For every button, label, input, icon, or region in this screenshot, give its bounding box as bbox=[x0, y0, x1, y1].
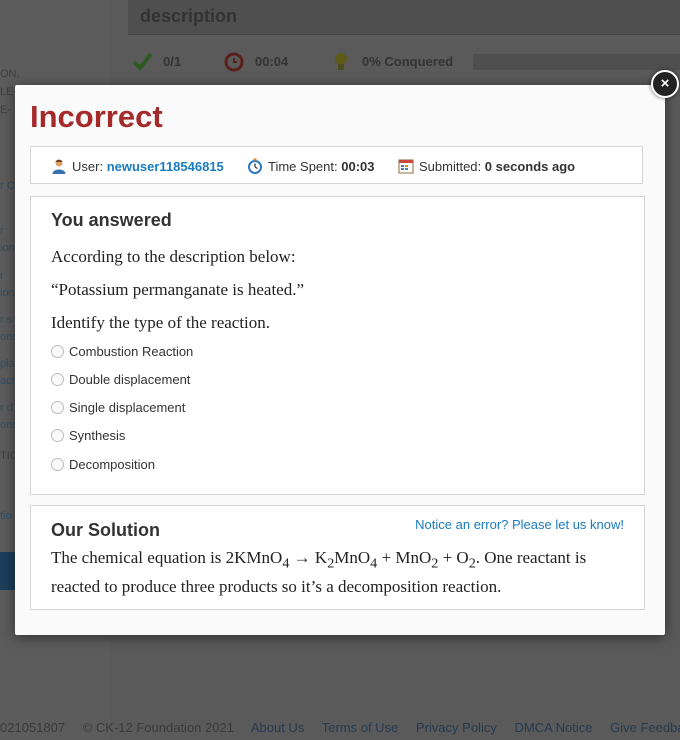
footer-copyright: © CK-12 Foundation 2021 bbox=[82, 720, 234, 735]
time-label: Time Spent: bbox=[268, 159, 338, 174]
footer-link-feedback[interactable]: Give Feedback bbox=[610, 720, 680, 735]
option-single-displacement[interactable]: Single displacement bbox=[51, 399, 185, 417]
submitted-value: 0 seconds ago bbox=[484, 159, 576, 174]
answer-heading: You answered bbox=[51, 210, 172, 230]
submitted-label: Submitted: bbox=[419, 159, 482, 174]
user-icon bbox=[51, 158, 67, 174]
sidebar-fragment: E- bbox=[0, 104, 11, 116]
radio-button[interactable] bbox=[51, 345, 64, 358]
question-line: Identify the type of the reaction. bbox=[51, 313, 271, 332]
sidebar-fragment: r C bbox=[0, 180, 15, 192]
stopwatch-icon bbox=[247, 158, 263, 174]
stat-conquered-value: 0% Conquered bbox=[362, 54, 454, 69]
stat-time-value: 00:04 bbox=[255, 54, 289, 69]
sidebar-fragment: r d bbox=[0, 402, 13, 414]
equation-text: The chemical equation is 2KMnO bbox=[51, 548, 283, 567]
sidebar-fragment: ion bbox=[0, 242, 15, 254]
option-decomposition[interactable]: Decomposition bbox=[51, 456, 155, 474]
sidebar-fragment: ON, bbox=[0, 68, 20, 80]
stat-score: 0/1 bbox=[132, 52, 182, 72]
radio-button[interactable] bbox=[51, 373, 64, 386]
result-title: Incorrect bbox=[30, 99, 163, 134]
alarm-clock-icon bbox=[223, 50, 245, 78]
solution-card: Our Solution Notice an error? Please let… bbox=[30, 505, 645, 610]
footer-build: 021051807 bbox=[0, 720, 66, 735]
background-description-header: description bbox=[128, 0, 680, 35]
option-label: Synthesis bbox=[69, 428, 126, 443]
option-label: Combustion Reaction bbox=[69, 344, 194, 359]
option-label: Decomposition bbox=[69, 457, 155, 472]
footer-link-dmca[interactable]: DMCA Notice bbox=[514, 720, 592, 735]
close-icon: × bbox=[660, 75, 670, 92]
result-modal: Incorrect User: newuser118546815 Time Sp… bbox=[15, 85, 665, 635]
lightbulb-icon bbox=[330, 50, 352, 78]
option-label: Double displacement bbox=[69, 372, 191, 387]
footer-link-privacy[interactable]: Privacy Policy bbox=[416, 720, 497, 735]
question-line: According to the description below: bbox=[51, 247, 296, 266]
equation-text: → K bbox=[289, 548, 328, 567]
radio-button[interactable] bbox=[51, 401, 64, 414]
answer-card: You answered According to the descriptio… bbox=[30, 196, 645, 495]
stat-score-value: 0/1 bbox=[163, 54, 182, 69]
sidebar-fragment: tio bbox=[0, 510, 12, 522]
close-button[interactable]: × bbox=[651, 70, 679, 98]
sidebar-fragment: pla bbox=[0, 358, 15, 370]
user-link[interactable]: newuser118546815 bbox=[107, 159, 224, 174]
option-double-displacement[interactable]: Double displacement bbox=[51, 371, 190, 389]
radio-button[interactable] bbox=[51, 429, 64, 442]
option-label: Single displacement bbox=[69, 400, 186, 415]
equation-text: MnO bbox=[334, 548, 371, 567]
solution-text: The chemical equation is 2KMnO4 → K2MnO4… bbox=[51, 546, 621, 599]
background-footer: 021051807 © CK-12 Foundation 2021 About … bbox=[0, 720, 680, 735]
sidebar-fragment: act bbox=[0, 375, 15, 387]
stat-conquered: 0% Conquered bbox=[335, 53, 454, 70]
sidebar-fragment: r bbox=[0, 270, 4, 282]
sidebar-fragment: r bbox=[0, 225, 4, 237]
calendar-icon bbox=[398, 158, 414, 174]
equation-text: + O bbox=[438, 548, 469, 567]
radio-button[interactable] bbox=[51, 458, 64, 471]
footer-link-about[interactable]: About Us bbox=[251, 720, 304, 735]
description-heading: description bbox=[140, 6, 238, 26]
user-label: User: bbox=[72, 159, 104, 174]
equation-text: + MnO bbox=[377, 548, 432, 567]
option-combustion[interactable]: Combustion Reaction bbox=[51, 343, 193, 361]
sidebar-fragment: ion bbox=[0, 287, 15, 299]
info-time-spent: Time Spent: 00:03 bbox=[247, 158, 374, 174]
background-stats: 0/1 00:04 0% Conquered bbox=[128, 48, 680, 78]
info-user: User: newuser118546815 bbox=[51, 158, 224, 174]
stat-time: 00:04 bbox=[224, 52, 289, 72]
option-synthesis[interactable]: Synthesis bbox=[51, 427, 125, 445]
info-submitted: Submitted: 0 seconds ago bbox=[398, 158, 575, 174]
submission-info-bar: User: newuser118546815 Time Spent: 00:03… bbox=[30, 146, 643, 184]
solution-heading: Our Solution bbox=[51, 520, 160, 540]
time-value: 00:03 bbox=[341, 159, 375, 174]
footer-link-terms[interactable]: Terms of Use bbox=[322, 720, 399, 735]
subscript: 2 bbox=[468, 555, 476, 572]
progress-bar bbox=[473, 54, 680, 70]
checkmark-icon bbox=[131, 50, 153, 78]
report-error-link[interactable]: Notice an error? Please let us know! bbox=[415, 517, 624, 532]
question-line: “Potassium permanganate is heated.” bbox=[51, 280, 305, 299]
sidebar-fragment: r s bbox=[0, 314, 13, 326]
